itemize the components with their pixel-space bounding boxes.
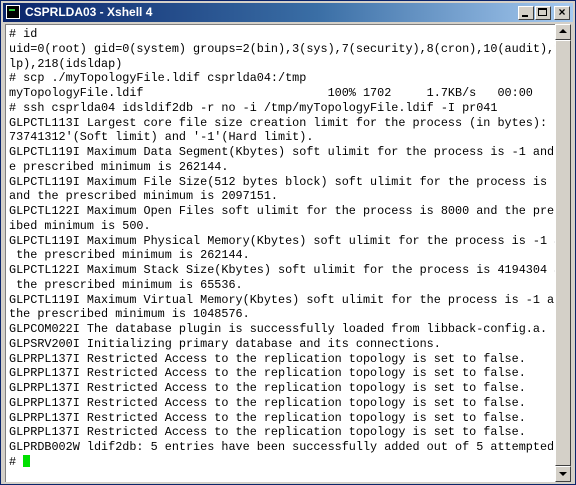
terminal-line: e prescribed minimum is 262144. <box>9 159 229 174</box>
scroll-up-arrow-icon <box>559 29 567 33</box>
minimize-icon <box>522 15 528 17</box>
maximize-icon <box>538 8 547 16</box>
terminal-line: GLPCOM022I The database plugin is succes… <box>9 322 548 336</box>
terminal-line: GLPCTL119I Maximum Data Segment(Kbytes) … <box>9 145 555 159</box>
scrollbar-thumb[interactable] <box>555 40 571 466</box>
terminal-cursor <box>23 454 31 467</box>
prompt-text: # <box>9 454 24 469</box>
terminal-lines: # id uid=0(root) gid=0(system) groups=2(b… <box>9 27 555 470</box>
terminal-line: # scp ./myTopologyFile.ldif csprlda04:/t… <box>9 71 307 86</box>
scroll-down-button[interactable] <box>555 466 571 482</box>
terminal-line: GLPRPL137I Restricted Access to the repl… <box>9 366 526 381</box>
title-bar[interactable]: CSPRLDA03 - Xshell 4 × <box>3 3 573 22</box>
terminal-line: and the prescribed minimum is 2097151. <box>9 189 279 204</box>
close-button[interactable]: × <box>554 5 570 20</box>
terminal-line: GLPCTL122I Maximum Open Files soft ulimi… <box>9 204 555 218</box>
terminal-line: myTopologyFile.ldif 100% 1702 1.7KB/s 00… <box>9 86 533 100</box>
terminal-prompt-line[interactable]: # <box>9 454 555 470</box>
terminal-line: GLPRDB002W ldif2db: 5 entries have been … <box>9 440 555 454</box>
maximize-button[interactable] <box>535 6 551 20</box>
terminal-line: GLPCTL119I Maximum Virtual Memory(Kbytes… <box>9 292 555 307</box>
terminal-line: GLPSRV200I Initializing primary database… <box>9 336 441 351</box>
terminal-line: GLPRPL137I Restricted Access to the repl… <box>9 425 526 440</box>
terminal-line: GLPRPL137I Restricted Access to the repl… <box>9 410 526 425</box>
terminal-line: lp),218(idsldap) <box>9 56 123 71</box>
terminal-line: GLPCTL122I Maximum Stack Size(Kbytes) so… <box>9 263 555 277</box>
terminal-line: the prescribed minimum is 65536. <box>9 277 243 292</box>
minimize-button[interactable] <box>518 6 534 20</box>
terminal-line: GLPCTL113I Largest core file size creati… <box>9 115 555 130</box>
window-title: CSPRLDA03 - Xshell 4 <box>25 5 153 19</box>
scroll-down-arrow-icon <box>559 472 567 476</box>
vertical-scrollbar[interactable] <box>555 24 571 482</box>
xshell-app-icon[interactable] <box>6 5 20 19</box>
terminal-line: the prescribed minimum is 1048576. <box>9 307 250 322</box>
terminal-output[interactable]: # id uid=0(root) gid=0(system) groups=2(b… <box>5 24 555 482</box>
terminal-line: GLPRPL137I Restricted Access to the repl… <box>9 381 526 395</box>
terminal-line: # id <box>9 27 38 41</box>
terminal-line: # ssh csprlda04 idsldif2db -r no -i /tmp… <box>9 100 498 115</box>
terminal-line: GLPCTL119I Maximum File Size(512 bytes b… <box>9 174 555 189</box>
terminal-line: GLPRPL137I Restricted Access to the repl… <box>9 395 526 410</box>
terminal-line: 73741312'(Soft limit) and '-1'(Hard limi… <box>9 130 314 145</box>
terminal-line: the prescribed minimum is 262144. <box>9 248 250 263</box>
scroll-up-button[interactable] <box>555 24 571 40</box>
xshell-window: CSPRLDA03 - Xshell 4 × # id uid=0(root) g… <box>0 0 576 485</box>
terminal-line: GLPRPL137I Restricted Access to the repl… <box>9 351 526 366</box>
terminal-line: GLPCTL119I Maximum Physical Memory(Kbyte… <box>9 233 555 248</box>
close-icon: × <box>558 5 566 19</box>
terminal-line: uid=0(root) gid=0(system) groups=2(bin),… <box>9 41 555 56</box>
terminal-line: ibed minimum is 500. <box>9 218 151 233</box>
